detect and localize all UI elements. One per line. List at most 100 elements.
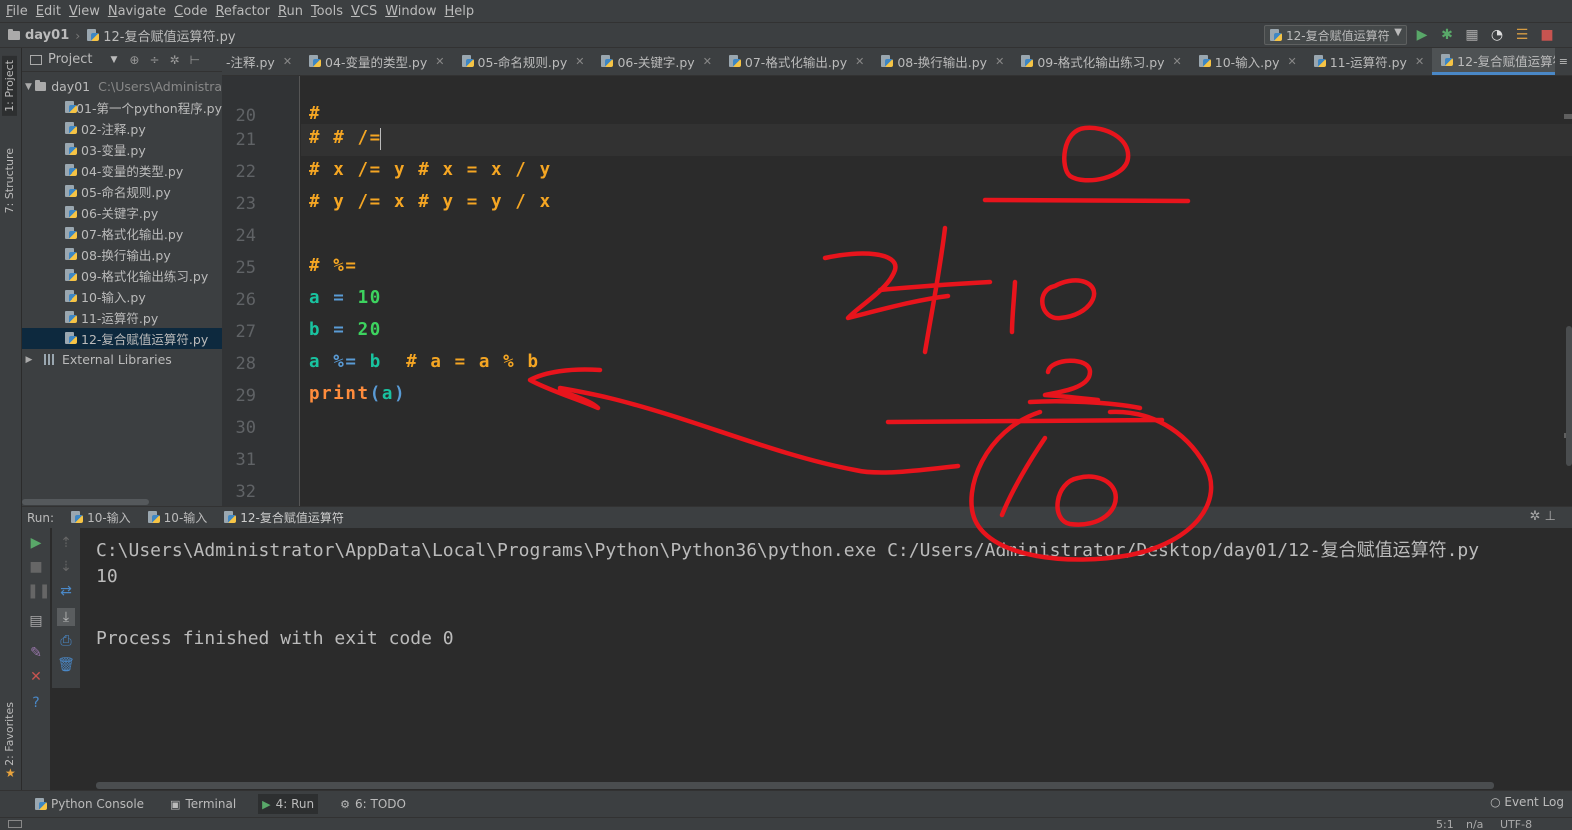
tree-file-item[interactable]: 10-输入.py — [22, 286, 222, 307]
trash-icon[interactable]: 🗑 — [57, 656, 75, 674]
gear-icon[interactable]: ✲ ⊥ — [1530, 509, 1556, 524]
menu-item-run[interactable]: Run — [276, 4, 309, 19]
breadcrumb-file[interactable]: 12-复合赋值运算符.py — [86, 26, 236, 45]
run-icon[interactable]: ▶ — [1414, 27, 1430, 43]
menu-item-vcs[interactable]: VCS — [349, 4, 383, 19]
close-icon[interactable]: ✕ — [1415, 55, 1424, 68]
print-icon[interactable]: ⎙ — [57, 632, 75, 650]
arrow-up-icon[interactable]: ⇡ — [57, 534, 75, 552]
terminal-tab[interactable]: ▣ Terminal — [166, 794, 240, 814]
menu-item-view[interactable]: View — [67, 4, 106, 19]
tab-overflow-button[interactable]: ≡ — [1554, 48, 1572, 75]
build-icon[interactable]: ☰ — [1514, 27, 1530, 43]
menu-item-navigate[interactable]: Navigate — [106, 4, 172, 19]
run-tab[interactable]: 10-输入 — [147, 509, 207, 526]
chevron-down-icon[interactable]: ▼ — [110, 55, 117, 65]
editor-tab[interactable]: -注释.py ✕ — [222, 48, 300, 75]
close-icon[interactable]: ✕ — [27, 668, 45, 686]
tree-root-folder[interactable]: ▼ day01 C:\Users\Administra — [22, 76, 222, 97]
chevron-right-icon[interactable]: ▶ — [22, 355, 36, 365]
structure-tool-tab[interactable]: 7: Structure — [2, 144, 17, 217]
tree-file-item[interactable]: 12-复合赋值运算符.py — [22, 328, 222, 349]
project-tool-tab[interactable]: 1: Project — [2, 56, 17, 116]
tree-file-item[interactable]: 05-命名规则.py — [22, 181, 222, 202]
locate-icon[interactable]: ⊕ — [129, 53, 139, 67]
hide-icon[interactable]: ⊢ — [190, 53, 200, 67]
close-icon[interactable]: ✕ — [435, 55, 444, 68]
project-view-select[interactable]: Project — [48, 52, 92, 67]
caret-position[interactable]: 5:1 — [1436, 818, 1454, 830]
menu-item-file[interactable]: File — [4, 4, 34, 19]
tree-file-item[interactable]: 07-格式化输出.py — [22, 223, 222, 244]
debug-icon[interactable]: ✱ — [1439, 27, 1455, 43]
tree-file-item[interactable]: 04-变量的类型.py — [22, 160, 222, 181]
close-icon[interactable]: ✕ — [575, 55, 584, 68]
python-file-icon — [728, 55, 741, 68]
todo-tab[interactable]: ⚙ 6: TODO — [336, 794, 410, 814]
tree-file-item[interactable]: 09-格式化输出练习.py — [22, 265, 222, 286]
menu-item-tools[interactable]: Tools — [309, 4, 349, 19]
tree-file-item[interactable]: 01-第一个python程序.py — [22, 97, 222, 118]
close-icon[interactable]: ✕ — [703, 55, 712, 68]
horizontal-scrollbar[interactable] — [96, 782, 1494, 789]
menu-item-refactor[interactable]: Refactor — [213, 4, 276, 19]
toggle-panels-icon[interactable] — [8, 820, 22, 828]
run-tab[interactable]: ▶ 4: Run — [258, 794, 319, 814]
tree-file-item[interactable]: 11-运算符.py — [22, 307, 222, 328]
stop-icon[interactable]: ■ — [27, 558, 45, 576]
run-tab[interactable]: 12-复合赋值运算符 — [223, 509, 344, 526]
pin-icon[interactable]: ✎ — [27, 644, 45, 662]
menu-item-window[interactable]: Window — [383, 4, 442, 19]
coverage-icon[interactable]: ▦ — [1464, 27, 1480, 43]
tree-external-libraries[interactable]: ▶ External Libraries — [22, 349, 222, 370]
settings-icon[interactable]: ✲ — [170, 53, 180, 67]
editor-tab[interactable]: 07-格式化输出.py ✕ — [720, 48, 872, 75]
chevron-down-icon[interactable]: ▼ — [22, 82, 35, 92]
vertical-scrollbar[interactable] — [1566, 326, 1572, 466]
python-console-tab[interactable]: Python Console — [30, 794, 148, 814]
close-icon[interactable]: ✕ — [995, 55, 1004, 68]
tree-file-item[interactable]: 08-换行输出.py — [22, 244, 222, 265]
code-editor[interactable]: 20 21 22 23 24 25 26 27 28 29 30 31 32 # # # /= # x /=… — [222, 76, 1572, 506]
scroll-to-end-icon[interactable]: ⤓ — [57, 608, 75, 626]
editor-tab[interactable]: 05-命名规则.py ✕ — [453, 48, 593, 75]
rerun-icon[interactable]: ▶ — [27, 534, 45, 552]
pause-icon[interactable]: ❚❚ — [27, 582, 50, 600]
python-file-icon — [64, 122, 77, 135]
tree-file-item[interactable]: 02-注释.py — [22, 118, 222, 139]
restore-layout-icon[interactable]: ▤ — [27, 612, 45, 630]
horizontal-scrollbar[interactable] — [22, 499, 149, 505]
file-encoding[interactable]: UTF-8 — [1500, 818, 1532, 830]
close-icon[interactable]: ✕ — [1288, 55, 1297, 68]
code-token-comment: # # /= — [309, 128, 382, 148]
editor-tab[interactable]: 04-变量的类型.py ✕ — [300, 48, 452, 75]
menu-item-code[interactable]: Code — [172, 4, 213, 19]
close-icon[interactable]: ✕ — [1173, 55, 1182, 68]
help-icon[interactable]: ? — [27, 694, 45, 712]
run-configuration-select[interactable]: 12-复合赋值运算符 ▼ — [1264, 25, 1407, 45]
profile-icon[interactable]: ◔ — [1489, 27, 1505, 43]
editor-tab[interactable]: 08-换行输出.py ✕ — [872, 48, 1012, 75]
close-icon[interactable]: ✕ — [855, 55, 864, 68]
collapse-icon[interactable]: ÷ — [149, 53, 159, 67]
run-console[interactable]: C:\Users\Administrator\AppData\Local\Pro… — [80, 528, 1572, 790]
tree-file-item[interactable]: 06-关键字.py — [22, 202, 222, 223]
arrow-down-icon[interactable]: ⇣ — [57, 558, 75, 576]
breadcrumb-project[interactable]: day01 — [8, 28, 69, 43]
run-tab[interactable]: 10-输入 — [70, 509, 131, 526]
menu-item-help[interactable]: Help — [443, 4, 481, 19]
line-separator[interactable]: n/a — [1466, 818, 1483, 830]
soft-wrap-icon[interactable]: ⇄ — [57, 582, 75, 600]
tree-file-item[interactable]: 03-变量.py — [22, 139, 222, 160]
editor-tab[interactable]: 09-格式化输出练习.py ✕ — [1012, 48, 1189, 75]
line-number: 32 — [235, 482, 256, 502]
editor-tab[interactable]: 11-运算符.py ✕ — [1305, 48, 1432, 75]
event-log-button[interactable]: ○ Event Log — [1490, 795, 1564, 809]
editor-tab[interactable]: 06-关键字.py ✕ — [592, 48, 719, 75]
editor-tab[interactable]: 12-复合赋值运算符.py✕ — [1432, 48, 1572, 75]
close-icon[interactable]: ✕ — [283, 55, 292, 68]
editor-tab[interactable]: 10-输入.py ✕ — [1190, 48, 1305, 75]
menu-item-edit[interactable]: Edit — [34, 4, 67, 19]
stop-icon[interactable]: ■ — [1539, 27, 1555, 43]
favorites-tool-tab[interactable]: 2: Favorites — [2, 698, 17, 770]
